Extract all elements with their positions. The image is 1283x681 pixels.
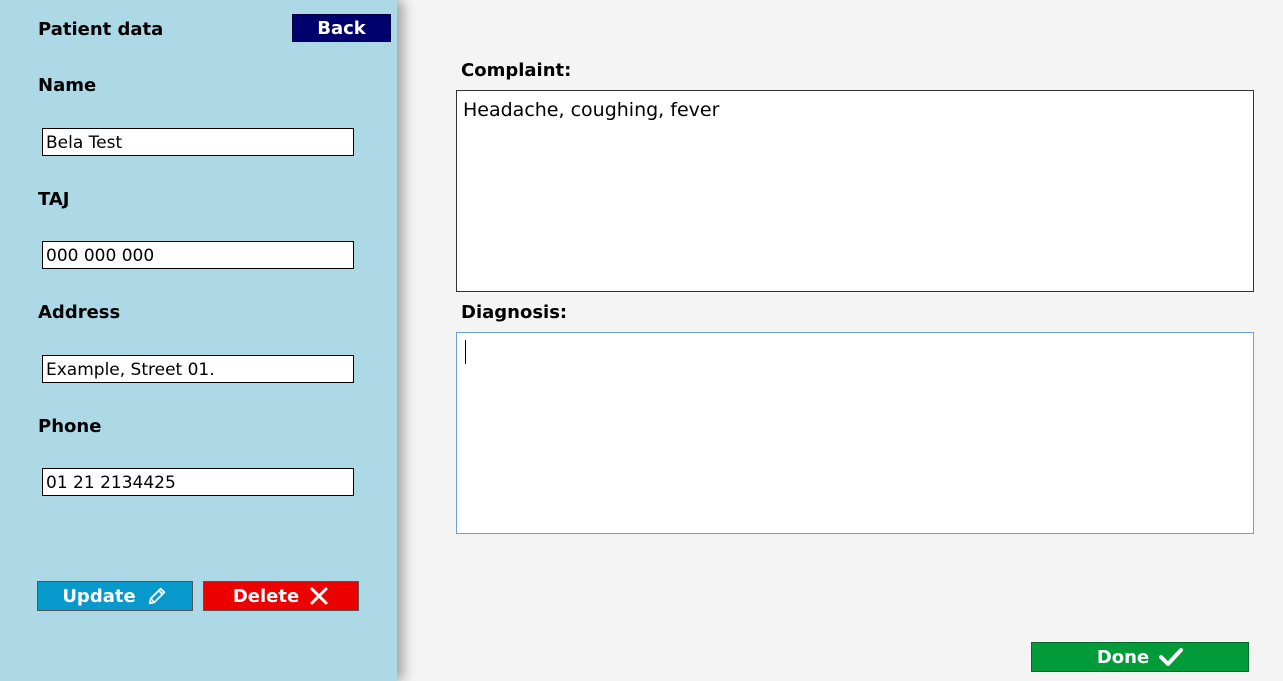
name-field[interactable]	[42, 128, 354, 156]
delete-button[interactable]: Delete	[203, 581, 359, 611]
diagnosis-textarea[interactable]	[456, 332, 1254, 534]
checkmark-icon	[1159, 647, 1184, 667]
text-caret	[465, 340, 466, 364]
name-label: Name	[38, 75, 97, 96]
app-window: Patient data Back Name TAJ Address Phone…	[0, 0, 1283, 681]
phone-label: Phone	[38, 416, 102, 437]
update-button[interactable]: Update	[37, 581, 193, 611]
complaint-label: Complaint:	[461, 60, 572, 81]
update-button-label: Update	[62, 585, 136, 607]
address-label: Address	[38, 302, 121, 323]
main-panel: Complaint: Headache, coughing, fever Dia…	[397, 0, 1283, 681]
done-button[interactable]: Done	[1031, 642, 1249, 672]
x-icon	[309, 586, 329, 606]
patient-sidebar: Patient data Back Name TAJ Address Phone…	[0, 0, 397, 681]
back-button[interactable]: Back	[292, 14, 391, 42]
delete-button-label: Delete	[232, 585, 300, 607]
complaint-textarea[interactable]: Headache, coughing, fever	[456, 90, 1254, 292]
done-button-label: Done	[1096, 646, 1150, 668]
diagnosis-label: Diagnosis:	[461, 302, 568, 323]
taj-label: TAJ	[38, 189, 70, 210]
phone-field[interactable]	[42, 468, 354, 496]
pencil-icon	[146, 585, 168, 607]
address-field[interactable]	[42, 355, 354, 383]
sidebar-title: Patient data	[38, 19, 164, 40]
taj-field[interactable]	[42, 241, 354, 269]
